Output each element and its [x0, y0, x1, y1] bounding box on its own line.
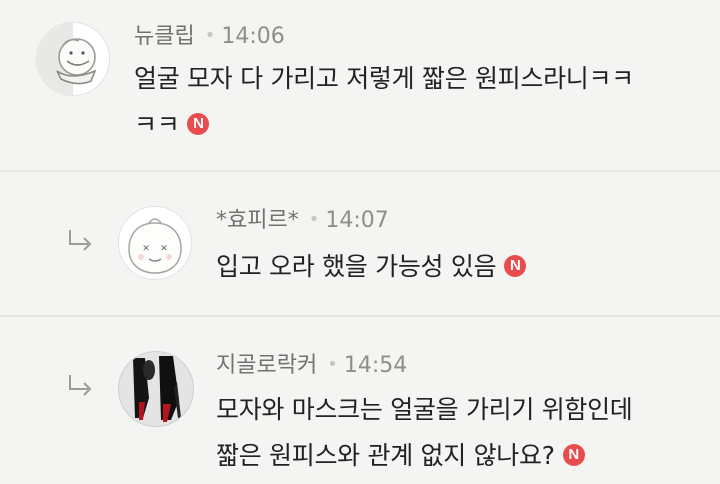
comment-time: 14:07	[325, 208, 389, 233]
avatar[interactable]: ✕ ✕	[118, 206, 192, 280]
separator-dot: •	[327, 354, 338, 375]
comment-text: 얼굴 모자 다 가리고 저렇게 짧은 원피스라니ㅋㅋ ㅋㅋ N	[134, 56, 634, 148]
avatar[interactable]	[36, 22, 110, 96]
comment-line-text: 짧은 원피스와 관계 없지 않나요?	[216, 441, 555, 470]
separator-dot: •	[308, 209, 320, 230]
red-sole-heels-photo	[119, 352, 193, 426]
hand-holding-face-icon	[37, 23, 97, 95]
comment-line: 입고 오라 했을 가능성 있음 N	[216, 244, 527, 290]
comment-time: 14:06	[221, 24, 285, 49]
new-badge: N	[187, 113, 210, 135]
comment-meta: 지골로락커 • 14:54	[216, 347, 407, 379]
comment-text: 입고 오라 했을 가능성 있음 N	[216, 244, 527, 290]
new-badge: N	[504, 255, 527, 277]
comment-meta: 뉴클립 • 14:06	[134, 18, 285, 50]
reply-arrow-icon	[69, 230, 92, 251]
reply-arrow-icon	[69, 375, 92, 396]
comment-author[interactable]: 지골로락커	[216, 353, 317, 378]
svg-text:✕: ✕	[142, 244, 150, 254]
comment-meta: *효피르* • 14:07	[216, 202, 389, 234]
reply-comment-item: ✕ ✕ *효피르* • 14:07 입고 오라 했을 가능성 있음 N	[0, 172, 720, 315]
comment-line-text: ㅋㅋ	[134, 110, 180, 139]
peach-character-icon: ✕ ✕	[128, 218, 182, 274]
separator-dot: •	[204, 25, 216, 46]
comment-text: 모자와 마스크는 얼굴을 가리기 위함인데 짧은 원피스와 관계 없지 않나요?…	[216, 387, 633, 479]
avatar[interactable]	[118, 351, 194, 427]
svg-text:✕: ✕	[160, 244, 168, 254]
comment-time: 14:54	[343, 353, 408, 378]
comment-author[interactable]: *효피르*	[216, 208, 299, 233]
comment-item: 뉴클립 • 14:06 얼굴 모자 다 가리고 저렇게 짧은 원피스라니ㅋㅋ ㅋㅋ N	[0, 0, 720, 170]
comment-line-text: 입고 오라 했을 가능성 있음	[216, 252, 497, 281]
comment-line: ㅋㅋ N	[134, 102, 634, 148]
comment-line: 짧은 원피스와 관계 없지 않나요? N	[216, 433, 633, 479]
comment-line: 얼굴 모자 다 가리고 저렇게 짧은 원피스라니ㅋㅋ	[134, 64, 634, 93]
comment-author[interactable]: 뉴클립	[134, 24, 195, 49]
reply-comment-item: 지골로락커 • 14:54 모자와 마스크는 얼굴을 가리기 위함인데 짧은 원피스…	[0, 317, 720, 484]
new-badge: N	[562, 444, 585, 466]
comment-line: 모자와 마스크는 얼굴을 가리기 위함인데	[216, 395, 633, 424]
